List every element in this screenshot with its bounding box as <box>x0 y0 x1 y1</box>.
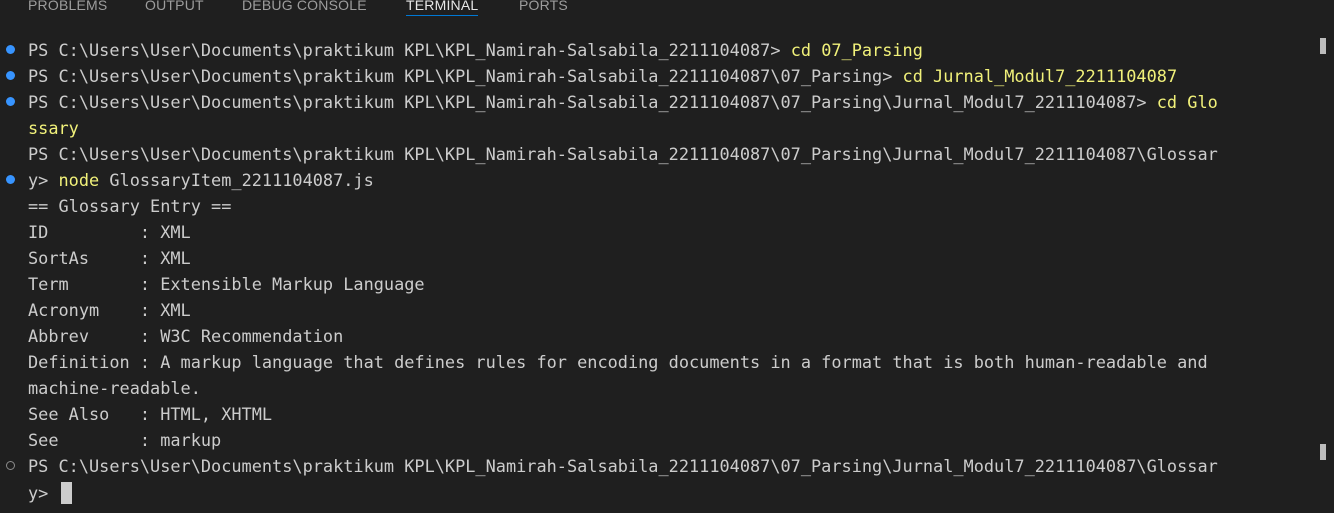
command-text: cd Jurnal_Modul7_2211104087 <box>902 66 1178 86</box>
tab-terminal[interactable]: TERMINAL <box>406 0 479 19</box>
prompt-text: y> <box>28 170 59 190</box>
terminal-line: PS C:\Users\User\Documents\praktikum KPL… <box>28 144 1218 164</box>
terminal-line: machine-readable. <box>28 378 201 398</box>
terminal-line: PS C:\Users\User\Documents\praktikum KPL… <box>28 37 923 63</box>
command-text: cd Glo <box>1156 92 1218 112</box>
prompt-text: PS C:\Users\User\Documents\praktikum KPL… <box>28 40 791 60</box>
terminal-line: == Glossary Entry == <box>28 196 232 216</box>
command-success-decoration-icon[interactable] <box>6 45 15 54</box>
terminal-line: Definition : A markup language that defi… <box>28 352 1208 372</box>
terminal-line: Term : Extensible Markup Language <box>28 274 425 294</box>
command-argument: GlossaryItem_2211104087.js <box>99 170 374 190</box>
prompt-text: PS C:\Users\User\Documents\praktikum KPL… <box>28 66 903 86</box>
terminal-cursor <box>60 482 72 504</box>
command-success-decoration-icon[interactable] <box>6 175 15 184</box>
prompt-text: y> <box>28 483 59 503</box>
scrollbar-marker <box>1320 38 1326 54</box>
terminal-line: ID : XML <box>28 222 191 242</box>
tab-output[interactable]: OUTPUT <box>145 0 204 19</box>
tab-ports[interactable]: PORTS <box>519 0 568 19</box>
terminal-line: PS C:\Users\User\Documents\praktikum KPL… <box>28 456 1218 476</box>
terminal-input-line[interactable]: y> <box>28 480 72 506</box>
panel-tab-bar: PROBLEMS OUTPUT DEBUG CONSOLE TERMINAL P… <box>0 0 1334 19</box>
terminal-line: y> node GlossaryItem_2211104087.js <box>28 167 374 193</box>
prompt-text: PS C:\Users\User\Documents\praktikum KPL… <box>28 92 1157 112</box>
command-success-decoration-icon[interactable] <box>6 97 15 106</box>
terminal-line: PS C:\Users\User\Documents\praktikum KPL… <box>28 89 1218 115</box>
tab-debug-console[interactable]: DEBUG CONSOLE <box>242 0 367 19</box>
terminal-line: Acronym : XML <box>28 300 191 320</box>
terminal-line: SortAs : XML <box>28 248 191 268</box>
command-success-decoration-icon[interactable] <box>6 71 15 80</box>
terminal-line: ssary <box>28 118 79 138</box>
scrollbar-thumb[interactable] <box>1320 444 1326 460</box>
tab-problems[interactable]: PROBLEMS <box>28 0 107 19</box>
command-text: cd 07_Parsing <box>790 40 923 60</box>
terminal-line: See : markup <box>28 430 222 450</box>
terminal-line: Abbrev : W3C Recommendation <box>28 326 344 346</box>
terminal-line: PS C:\Users\User\Documents\praktikum KPL… <box>28 63 1177 89</box>
command-pending-decoration-icon[interactable] <box>6 461 15 470</box>
terminal-output[interactable]: PS C:\Users\User\Documents\praktikum KPL… <box>0 37 1318 513</box>
terminal-scrollbar[interactable] <box>1320 37 1334 513</box>
command-text: node <box>58 170 100 190</box>
terminal-line: See Also : HTML, XHTML <box>28 404 273 424</box>
terminal-panel: PROBLEMS OUTPUT DEBUG CONSOLE TERMINAL P… <box>0 0 1334 513</box>
